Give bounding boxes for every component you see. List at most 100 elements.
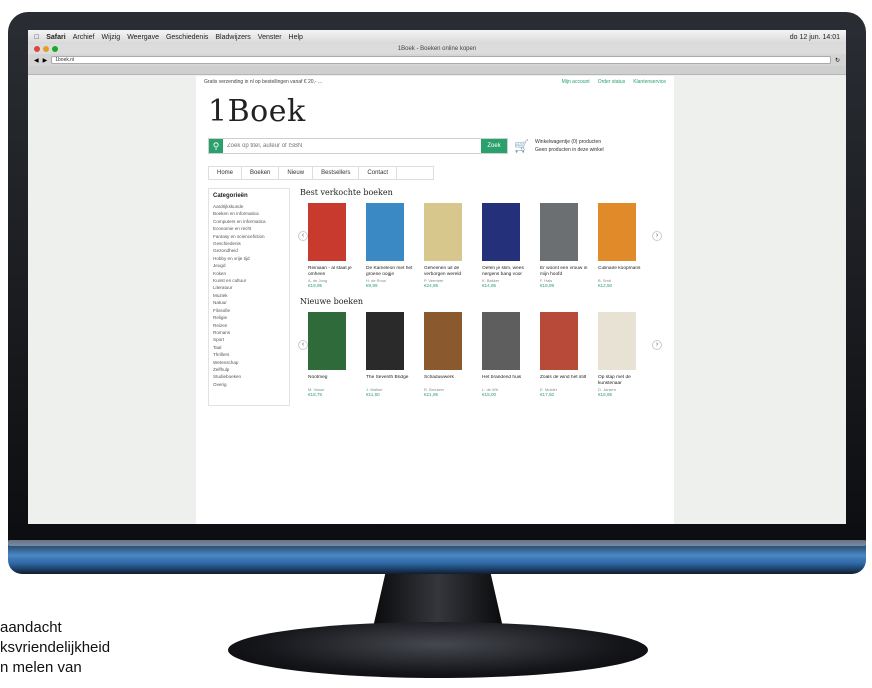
- nav-bestsellers[interactable]: Bestsellers: [313, 167, 360, 179]
- book-title[interactable]: Er woont een vrouw in mijn hoofd: [540, 266, 588, 278]
- cart-icon[interactable]: 🛒: [514, 139, 529, 153]
- book-price: €11,50: [366, 392, 380, 397]
- book-title[interactable]: Nootmeg: [308, 375, 356, 387]
- menu-item[interactable]: Archief: [73, 34, 95, 41]
- nav-books[interactable]: Boeken: [242, 167, 280, 179]
- book-title[interactable]: Culinaire koopmans: [598, 266, 646, 278]
- cart-status: Geen producten in deze winkel: [534, 147, 604, 153]
- account-link[interactable]: Mijn account: [562, 79, 590, 85]
- book-card[interactable]: The Seventh Bridge J. Walker €11,50: [366, 312, 414, 398]
- book-title[interactable]: Het brandend huis: [482, 375, 530, 387]
- category-link[interactable]: Hobby en vrije tijd: [213, 255, 285, 262]
- book-cover[interactable]: [598, 312, 636, 370]
- book-title[interactable]: Reiniaan - al staat je omheen: [308, 266, 356, 278]
- menu-item[interactable]: Geschiedenis: [166, 34, 208, 41]
- book-cover[interactable]: [598, 203, 636, 261]
- category-link[interactable]: Aardrijkskunde: [213, 203, 285, 210]
- book-cover[interactable]: [308, 203, 346, 261]
- category-link[interactable]: Economie en recht: [213, 225, 285, 232]
- category-link[interactable]: Geschiedenis: [213, 240, 285, 247]
- category-link[interactable]: Kunst en cultuur: [213, 277, 285, 284]
- book-card[interactable]: Er woont een vrouw in mijn hoofd F. Hals €…: [540, 203, 588, 289]
- book-cover[interactable]: [366, 312, 404, 370]
- apple-icon[interactable]: : [34, 34, 39, 41]
- customer-service-link[interactable]: Klantenservice: [633, 79, 666, 85]
- book-title[interactable]: Oefen je slim, wees nergens bang voor: [482, 266, 530, 278]
- book-card[interactable]: Schaduwwerk R. Brouwer €21,95: [424, 312, 472, 398]
- book-title[interactable]: Schaduwwerk: [424, 375, 472, 387]
- category-link[interactable]: Koken: [213, 270, 285, 277]
- book-title[interactable]: The Seventh Bridge: [366, 375, 414, 387]
- menu-item[interactable]: Venster: [258, 34, 282, 41]
- book-card[interactable]: Geheimen uit de verborgen wereld P. Verme…: [424, 203, 472, 289]
- address-bar[interactable]: 1boek.nl: [51, 56, 831, 64]
- book-title[interactable]: Geheimen uit de verborgen wereld: [424, 266, 472, 278]
- book-card[interactable]: Nootmeg M. Visser €18,75: [308, 312, 356, 398]
- category-link[interactable]: Computers en informatica: [213, 218, 285, 225]
- nav-home[interactable]: Home: [209, 167, 243, 179]
- category-link[interactable]: Studieboeken: [213, 373, 285, 380]
- zoom-window-icon[interactable]: [52, 46, 58, 52]
- minimize-window-icon[interactable]: [43, 46, 49, 52]
- book-cover[interactable]: [540, 312, 578, 370]
- book-card[interactable]: Zoals de wind het stilt E. Mulder €17,50: [540, 312, 588, 398]
- search-icon[interactable]: ⚲: [209, 139, 223, 153]
- search-button[interactable]: Zoek: [481, 139, 507, 153]
- category-link[interactable]: Thrillers: [213, 351, 285, 358]
- category-link[interactable]: Reizen: [213, 322, 285, 329]
- book-title[interactable]: Zoals de wind het stilt: [540, 375, 588, 387]
- book-card[interactable]: Culinaire koopmans B. Smit €12,50: [598, 203, 646, 289]
- book-cover[interactable]: [366, 203, 404, 261]
- cart-summary[interactable]: Winkelwagentje (0) producten Geen produc…: [535, 138, 604, 154]
- book-title[interactable]: De Kameleon met het groene oogje: [366, 266, 414, 278]
- category-link[interactable]: Sport: [213, 336, 285, 343]
- category-link[interactable]: Boeken en informatica: [213, 210, 285, 217]
- carousel-prev-icon[interactable]: ‹: [298, 231, 308, 241]
- forward-arrow-icon[interactable]: ▶: [43, 57, 48, 64]
- category-link[interactable]: Fantasy en sciencefiction: [213, 233, 285, 240]
- book-cover[interactable]: [308, 312, 346, 370]
- menu-item[interactable]: Safari: [46, 34, 65, 41]
- order-status-link[interactable]: Order status: [598, 79, 626, 85]
- category-link[interactable]: Taal: [213, 344, 285, 351]
- category-link[interactable]: Filosofie: [213, 307, 285, 314]
- category-link[interactable]: Jeugd: [213, 262, 285, 269]
- book-cover[interactable]: [424, 203, 462, 261]
- search-row: ⚲ Zoek 🛒 Winkelwagentje (0) producten Ge…: [196, 132, 674, 160]
- category-link[interactable]: Natuur: [213, 299, 285, 306]
- book-cover[interactable]: [482, 312, 520, 370]
- category-link[interactable]: Zelfhulp: [213, 366, 285, 373]
- category-link[interactable]: Religie: [213, 314, 285, 321]
- menubar-clock[interactable]: do 12 jun. 14:01: [790, 34, 840, 41]
- menu-item[interactable]: Weergave: [127, 34, 159, 41]
- menu-item[interactable]: Help: [289, 34, 303, 41]
- category-link[interactable]: Overig: [213, 381, 285, 388]
- back-arrow-icon[interactable]: ◀: [34, 57, 39, 64]
- carousel-prev-icon[interactable]: ‹: [298, 340, 308, 350]
- carousel-next-icon[interactable]: ›: [652, 340, 662, 350]
- category-link[interactable]: Wetenschap: [213, 359, 285, 366]
- reload-icon[interactable]: ↻: [835, 57, 840, 64]
- book-title[interactable]: Op stap met de kunstenaar: [598, 375, 646, 387]
- book-cover[interactable]: [482, 203, 520, 261]
- book-card[interactable]: Op stap met de kunstenaar D. Jansen €16,95: [598, 312, 646, 398]
- menu-item[interactable]: Wijzig: [102, 34, 121, 41]
- nav-contact[interactable]: Contact: [359, 167, 398, 179]
- close-window-icon[interactable]: [34, 46, 40, 52]
- book-card[interactable]: Reiniaan - al staat je omheen A. de Jong €…: [308, 203, 356, 289]
- categories-sidebar: Categorieën Aardrijkskunde Boeken en info…: [208, 188, 290, 406]
- site-logo[interactable]: 1Boek: [196, 88, 674, 132]
- category-link[interactable]: Muziek: [213, 292, 285, 299]
- book-cover[interactable]: [540, 203, 578, 261]
- category-link[interactable]: Gezondheid: [213, 247, 285, 254]
- book-card[interactable]: De Kameleon met het groene oogje H. de Ro…: [366, 203, 414, 289]
- nav-new[interactable]: Nieuw: [279, 167, 314, 179]
- search-input[interactable]: [223, 139, 481, 153]
- menu-item[interactable]: Bladwijzers: [215, 34, 250, 41]
- carousel-next-icon[interactable]: ›: [652, 231, 662, 241]
- category-link[interactable]: Literatuur: [213, 284, 285, 291]
- book-card[interactable]: Het brandend huis L. de Wit €15,00: [482, 312, 530, 398]
- category-link[interactable]: Romans: [213, 329, 285, 336]
- book-cover[interactable]: [424, 312, 462, 370]
- book-card[interactable]: Oefen je slim, wees nergens bang voor K. …: [482, 203, 530, 289]
